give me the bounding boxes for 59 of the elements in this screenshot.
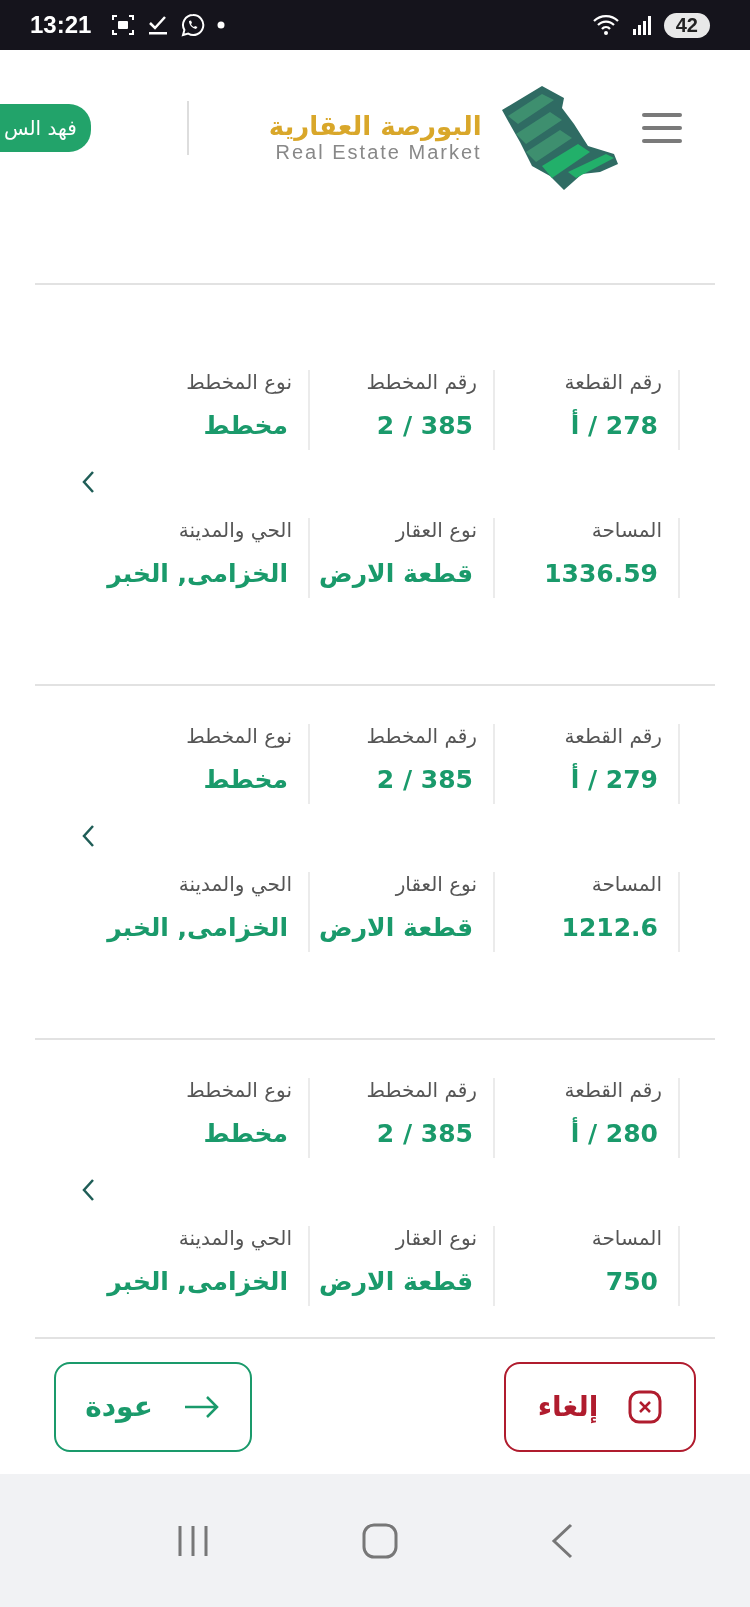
field-label: نوع المخطط <box>186 724 292 748</box>
battery-indicator: 42 <box>663 12 710 38</box>
field-label: نوع المخطط <box>186 370 292 394</box>
field-value: 385 / 2 <box>375 764 474 796</box>
field-value: قطعة الارض <box>318 912 474 944</box>
field-label: رقم المخطط <box>366 370 477 394</box>
arrow-right-icon <box>182 1394 221 1419</box>
field-value: مخطط <box>202 410 289 442</box>
back-button[interactable]: عودة <box>54 1361 252 1452</box>
recent-apps-icon[interactable] <box>176 1523 210 1558</box>
field-value: 280 / أ <box>569 1116 659 1150</box>
clock-time: 13:21 <box>30 11 92 39</box>
wifi-icon <box>591 14 620 36</box>
user-button[interactable]: فهد الس <box>0 103 91 152</box>
field-label: نوع العقار <box>395 872 477 896</box>
screenshot-icon <box>111 14 136 36</box>
logo-arabic-text: البورصة العقارية <box>268 111 482 141</box>
chevron-left-icon[interactable] <box>81 1178 95 1202</box>
field-value: الخزامى, الخبر <box>105 912 289 945</box>
cancel-button[interactable]: إلغاء <box>504 1361 696 1452</box>
field-label: نوع المخطط <box>186 1078 292 1102</box>
field-value: 1336.59 <box>543 558 659 590</box>
chat-bubble-icon <box>181 13 206 37</box>
field-label: نوع العقار <box>395 518 477 542</box>
field-label: الحي والمدينة <box>178 1226 292 1250</box>
field-label: الحي والمدينة <box>178 872 292 896</box>
chevron-left-icon[interactable] <box>81 824 95 848</box>
field-value: قطعة الارض <box>318 558 474 590</box>
field-value: الخزامى, الخبر <box>105 1266 289 1299</box>
field-label: رقم القطعة <box>564 1078 662 1102</box>
field-value: مخطط <box>202 1118 289 1150</box>
field-label: المساحة <box>591 872 662 896</box>
field-value: 278 / أ <box>569 408 659 442</box>
field-value: مخطط <box>202 764 289 796</box>
field-label: نوع العقار <box>395 1226 477 1250</box>
menu-icon[interactable] <box>641 112 682 143</box>
dot-icon <box>217 21 226 29</box>
logo-english-text: Real Estate Market <box>275 141 482 164</box>
field-label: رقم المخطط <box>366 724 477 748</box>
field-value: 279 / أ <box>569 762 659 796</box>
field-value: 385 / 2 <box>375 1118 474 1150</box>
field-value: الخزامى, الخبر <box>105 558 289 591</box>
field-value: 385 / 2 <box>375 410 474 442</box>
field-label: رقم المخطط <box>366 1078 477 1102</box>
back-icon[interactable] <box>550 1522 574 1559</box>
logo-map-icon <box>501 85 618 190</box>
field-value: 750 <box>604 1266 659 1298</box>
home-icon[interactable] <box>362 1522 398 1559</box>
chevron-left-icon[interactable] <box>81 470 95 494</box>
field-label: المساحة <box>591 518 662 542</box>
field-label: المساحة <box>591 1226 662 1250</box>
field-label: رقم القطعة <box>564 370 662 394</box>
field-value: قطعة الارض <box>318 1266 474 1298</box>
field-value: 1212.6 <box>560 912 659 944</box>
signal-icon <box>631 15 652 35</box>
field-label: الحي والمدينة <box>178 518 292 542</box>
field-label: رقم القطعة <box>564 724 662 748</box>
close-icon <box>628 1389 663 1424</box>
download-check-icon <box>147 14 170 36</box>
